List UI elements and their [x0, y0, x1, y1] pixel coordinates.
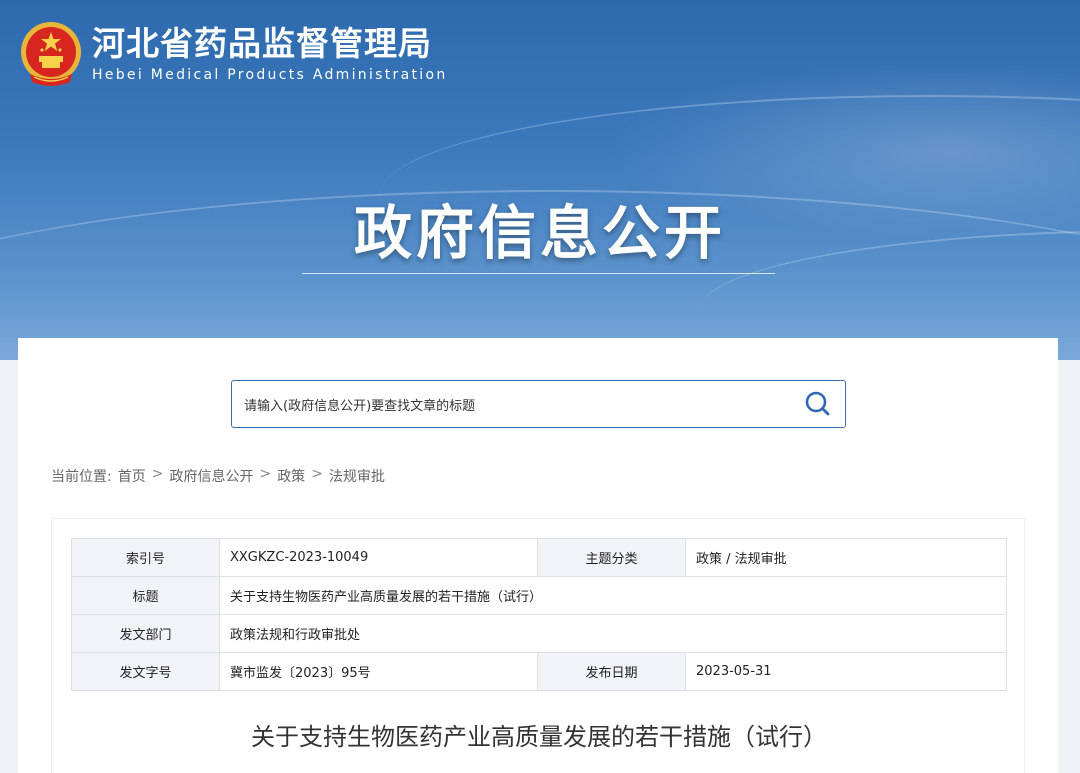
org-name-cn: 河北省药品监督管理局 — [92, 24, 432, 63]
title-label: 标题 — [71, 576, 220, 615]
breadcrumb-item-home[interactable]: 首页 — [118, 466, 146, 486]
national-emblem-icon — [20, 20, 82, 88]
table-row: 发文字号 冀市监发〔2023〕95号 发布日期 2023-05-31 — [71, 652, 1007, 691]
metadata-table: 索引号 XXGKZC-2023-10049 主题分类 政策 / 法规审批 标题 … — [71, 538, 1007, 691]
site-logo[interactable]: 河北省药品监督管理局 Hebei Medical Products Admini… — [20, 20, 448, 88]
main-panel: 请输入(政府信息公开)要查找文章的标题 当前位置: 首页 > 政府信息公开 > … — [18, 338, 1058, 773]
article-content: 索引号 XXGKZC-2023-10049 主题分类 政策 / 法规审批 标题 … — [51, 518, 1025, 773]
breadcrumb: 当前位置: 首页 > 政府信息公开 > 政策 > 法规审批 — [51, 466, 385, 486]
breadcrumb-separator: > — [151, 466, 164, 482]
breadcrumb-label: 当前位置: — [51, 469, 112, 485]
search-input[interactable]: 请输入(政府信息公开)要查找文章的标题 — [244, 395, 803, 414]
search-box[interactable]: 请输入(政府信息公开)要查找文章的标题 — [231, 380, 846, 428]
breadcrumb-separator: > — [259, 466, 272, 482]
org-name-en: Hebei Medical Products Administration — [92, 67, 448, 83]
section-title: 政府信息公开 — [353, 199, 726, 267]
breadcrumb-item-policy[interactable]: 政策 — [277, 466, 305, 486]
breadcrumb-item-regulation[interactable]: 法规审批 — [329, 466, 385, 486]
table-row: 索引号 XXGKZC-2023-10049 主题分类 政策 / 法规审批 — [71, 538, 1007, 577]
header-banner: 河北省药品监督管理局 Hebei Medical Products Admini… — [0, 0, 1080, 360]
dept-value: 政策法规和行政审批处 — [219, 614, 1007, 653]
dept-label: 发文部门 — [71, 614, 220, 653]
breadcrumb-separator: > — [311, 466, 323, 482]
index-label: 索引号 — [71, 538, 220, 577]
title-divider — [302, 273, 775, 274]
title-value: 关于支持生物医药产业高质量发展的若干措施（试行） — [219, 576, 1007, 615]
topic-label: 主题分类 — [537, 538, 686, 577]
index-value: XXGKZC-2023-10049 — [219, 538, 538, 577]
article-title: 关于支持生物医药产业高质量发展的若干措施（试行） — [251, 723, 827, 751]
breadcrumb-item-gov-info[interactable]: 政府信息公开 — [169, 466, 253, 486]
table-row: 标题 关于支持生物医药产业高质量发展的若干措施（试行） — [71, 576, 1007, 615]
table-row: 发文部门 政策法规和行政审批处 — [71, 614, 1007, 653]
search-icon[interactable] — [803, 389, 833, 419]
docno-label: 发文字号 — [71, 652, 220, 691]
docno-value: 冀市监发〔2023〕95号 — [219, 652, 538, 691]
topic-value: 政策 / 法规审批 — [685, 538, 1007, 577]
date-value: 2023-05-31 — [685, 652, 1007, 691]
date-label: 发布日期 — [537, 652, 686, 691]
